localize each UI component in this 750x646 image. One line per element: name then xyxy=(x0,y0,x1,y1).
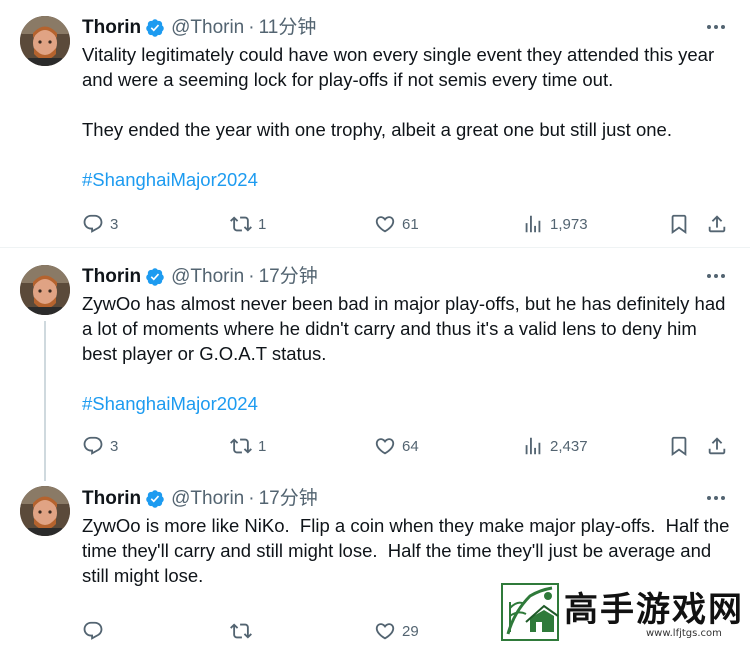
like-count: 61 xyxy=(402,215,419,233)
reply-button[interactable] xyxy=(82,619,104,643)
share-icon xyxy=(708,437,726,455)
reply-button[interactable]: 3 xyxy=(82,434,118,458)
bookmark-icon xyxy=(671,436,687,457)
avatar[interactable] xyxy=(20,16,70,66)
share-icon xyxy=(708,215,726,233)
timestamp[interactable]: 17分钟 xyxy=(259,264,318,290)
tweet-paragraph: They ended the year with one trophy, alb… xyxy=(82,119,672,140)
avatar-image xyxy=(20,265,70,315)
avatar-image xyxy=(20,486,70,536)
tweet-paragraph: ZywOo has almost never been bad in major… xyxy=(82,293,726,364)
bookmark-button[interactable] xyxy=(668,434,690,458)
views-icon xyxy=(525,437,541,455)
tweet[interactable]: Thorin @Thorin · 11分钟 Vitality legitimat… xyxy=(0,0,750,248)
avatar-image xyxy=(20,16,70,66)
views-icon xyxy=(525,215,541,233)
tweet-paragraph: Vitality legitimately could have won eve… xyxy=(82,44,715,90)
author-handle[interactable]: @Thorin xyxy=(171,486,244,512)
tweet-header: Thorin @Thorin · 17分钟 xyxy=(82,264,730,290)
retweet-count: 1 xyxy=(258,215,267,233)
tweet-text: ZywOo has almost never been bad in major… xyxy=(82,291,730,416)
retweet-icon xyxy=(230,438,252,454)
like-icon xyxy=(375,216,395,233)
avatar[interactable] xyxy=(20,265,70,315)
like-button[interactable]: 64 xyxy=(374,434,419,458)
tweet[interactable]: Thorin @Thorin · 17分钟 ZywOo has almost n… xyxy=(0,249,750,481)
tweet-text: ZywOo is more like NiKo. Flip a coin whe… xyxy=(82,513,730,588)
author-name[interactable]: Thorin xyxy=(82,486,141,512)
like-count: 29 xyxy=(402,622,419,640)
avatar[interactable] xyxy=(20,486,70,536)
author-name[interactable]: Thorin xyxy=(82,264,141,290)
more-icon[interactable] xyxy=(704,17,728,37)
reply-count: 3 xyxy=(110,215,119,233)
watermark-title: 高手游戏网 xyxy=(564,590,744,630)
retweet-count: 1 xyxy=(258,437,267,455)
tweet-actions: 3 1 61 1,973 xyxy=(82,212,730,236)
separator-dot: · xyxy=(248,488,255,509)
tweet-header: Thorin @Thorin · 11分钟 xyxy=(82,15,730,41)
watermark-url: www.lfjtgs.com xyxy=(646,628,722,639)
like-count: 64 xyxy=(402,437,419,455)
verified-badge-icon xyxy=(146,490,164,508)
separator-dot: · xyxy=(248,17,255,38)
more-icon[interactable] xyxy=(704,488,728,508)
tweet-text: Vitality legitimately could have won eve… xyxy=(82,42,730,192)
site-watermark: 高手游戏网 www.lfjtgs.com xyxy=(496,578,750,646)
reply-button[interactable]: 3 xyxy=(82,212,118,236)
watermark-logo-icon xyxy=(501,583,559,641)
views-count: 2,437 xyxy=(550,437,588,455)
views-count: 1,973 xyxy=(550,215,588,233)
like-icon xyxy=(375,438,395,455)
like-button[interactable]: 29 xyxy=(374,619,419,643)
retweet-button[interactable]: 1 xyxy=(230,212,266,236)
thread-connector xyxy=(44,321,46,481)
reply-count: 3 xyxy=(110,437,119,455)
separator-dot: · xyxy=(248,266,255,287)
like-icon xyxy=(375,623,395,640)
like-button[interactable]: 61 xyxy=(374,212,419,236)
hashtag-link[interactable]: #ShanghaiMajor2024 xyxy=(82,391,730,416)
author-handle[interactable]: @Thorin xyxy=(171,15,244,41)
tweet-actions: 3 1 64 2,437 xyxy=(82,434,730,458)
author-handle[interactable]: @Thorin xyxy=(171,264,244,290)
timestamp[interactable]: 17分钟 xyxy=(259,486,318,512)
more-icon[interactable] xyxy=(704,266,728,286)
bookmark-icon xyxy=(671,214,687,235)
retweet-icon xyxy=(230,216,252,232)
verified-badge-icon xyxy=(146,268,164,286)
reply-icon xyxy=(83,214,103,233)
share-button[interactable] xyxy=(706,212,728,236)
retweet-button[interactable]: 1 xyxy=(230,434,266,458)
timestamp[interactable]: 11分钟 xyxy=(259,15,317,41)
reply-icon xyxy=(83,621,103,640)
retweet-icon xyxy=(230,623,252,639)
views-button[interactable]: 1,973 xyxy=(522,212,588,236)
tweet-header: Thorin @Thorin · 17分钟 xyxy=(82,486,730,512)
reply-icon xyxy=(83,436,103,455)
bookmark-button[interactable] xyxy=(668,212,690,236)
views-button[interactable]: 2,437 xyxy=(522,434,588,458)
verified-badge-icon xyxy=(146,19,164,37)
tweet-paragraph: ZywOo is more like NiKo. Flip a coin whe… xyxy=(82,515,735,586)
author-name[interactable]: Thorin xyxy=(82,15,141,41)
retweet-button[interactable] xyxy=(230,619,252,643)
hashtag-link[interactable]: #ShanghaiMajor2024 xyxy=(82,167,730,192)
share-button[interactable] xyxy=(706,434,728,458)
